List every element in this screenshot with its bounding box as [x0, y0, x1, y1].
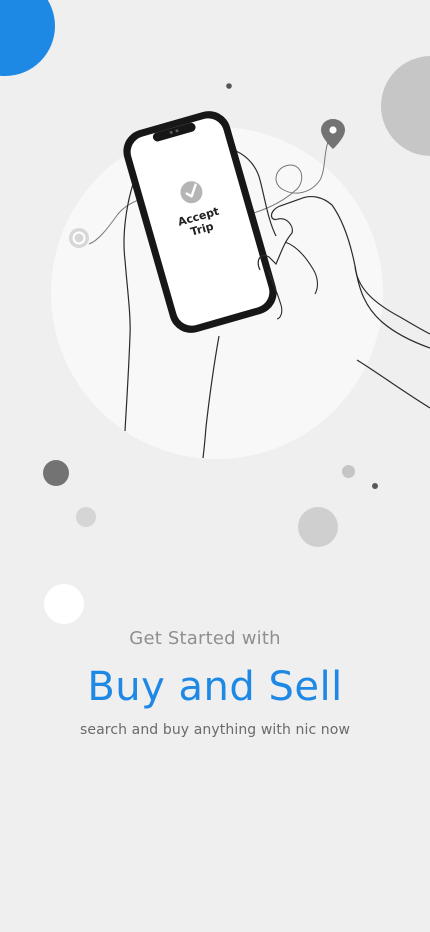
location-marker-icon — [69, 228, 89, 248]
decor-light-dot — [76, 507, 96, 527]
intro-headline: Buy and Sell — [87, 664, 343, 710]
decor-tiny-dark-dot — [372, 483, 378, 489]
intro-subtitle: search and buy anything with nic now — [80, 722, 350, 738]
onboarding-screen: Accept Trip Get Started with Buy and Sel… — [0, 0, 430, 932]
decor-medium-dot — [298, 507, 338, 547]
intro-eyebrow: Get Started with — [129, 628, 281, 649]
decor-white-dot — [44, 584, 84, 624]
right-arm-outline-lower — [356, 359, 430, 409]
decor-small-gray-dot — [342, 465, 355, 478]
decor-dot-top — [226, 83, 232, 89]
decor-dark-dot — [43, 460, 69, 486]
location-pin-icon — [321, 119, 345, 149]
